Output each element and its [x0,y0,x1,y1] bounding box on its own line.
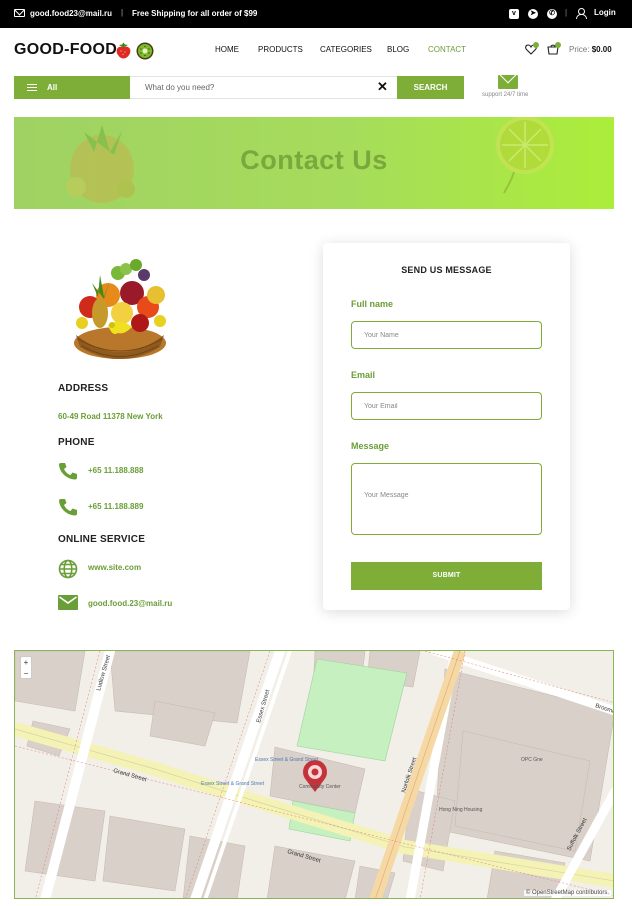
zoom-in-button[interactable]: + [21,657,31,668]
topbar-divider: | [565,8,568,17]
map-tiles: Grand Street Grand Street Essex Street N… [15,651,613,898]
search-button[interactable]: SEARCH [397,76,464,99]
clear-search-icon[interactable]: ✕ [377,79,388,95]
strawberry-icon [116,42,131,59]
page-banner: Contact Us [14,117,614,209]
menu-icon [27,84,37,91]
fruit-basket-image [74,259,166,359]
telegram-icon[interactable]: ➤ [528,9,538,19]
nav-contact[interactable]: CONTACT [428,45,466,54]
all-categories-button[interactable]: All [14,76,130,99]
email-label: Email [351,370,376,380]
cart-badge [555,42,561,48]
topbar-email[interactable]: good.food23@mail.ru [30,9,112,18]
address-text: 60-49 Road 11378 New York [58,412,163,421]
envelope-icon [498,75,518,89]
globe-icon [58,559,78,579]
banner-title: Contact Us [240,145,388,175]
support-text: support 24/7 time [482,92,529,98]
online-service-heading: ONLINE SERVICE [58,534,146,545]
user-icon[interactable] [576,8,587,19]
search-input[interactable] [130,76,397,99]
full-name-label: Full name [351,299,394,309]
message-label: Message [351,441,390,451]
zoom-out-button[interactable]: − [21,668,31,679]
contact-email-link[interactable]: good.food.23@mail.ru [88,599,172,608]
vk-icon[interactable]: v [509,9,519,19]
location-map[interactable]: Grand Street Grand Street Essex Street N… [14,650,614,899]
map-label: Hong Ning Housing [439,807,483,813]
top-bar: good.food23@mail.ru | Free Shipping for … [0,0,632,28]
cart-price: Price: $0.00 [569,45,612,54]
topbar-separator: | [121,8,124,17]
address-heading: ADDRESS [58,383,109,394]
phone-icon [59,463,77,480]
nav-categories[interactable]: CATEGORIES [320,45,372,54]
phone-number-1[interactable]: +65 11.188.888 [88,466,143,475]
whatsapp-icon[interactable]: ✆ [547,9,557,19]
nav-home[interactable]: HOME [215,45,239,54]
website-link[interactable]: www.site.com [88,563,141,572]
message-field[interactable] [351,463,542,535]
full-name-field[interactable] [351,321,542,349]
logo[interactable]: GOOD-FOOD [14,41,117,59]
map-label: Community Center [299,784,341,790]
submit-button[interactable]: SUBMIT [351,562,542,590]
map-attribution[interactable]: © OpenStreetMap contributors. [523,890,611,896]
map-label: OPC Gne [521,757,543,763]
email-icon [58,595,78,610]
map-label: Essex Street & Grand Street [201,781,265,787]
nav-products[interactable]: PRODUCTS [258,45,303,54]
login-link[interactable]: Login [594,8,616,17]
email-field[interactable] [351,392,542,420]
phone-number-2[interactable]: +65 11.188.889 [88,502,143,511]
wishlist-badge [533,42,539,48]
phone-icon [59,499,77,516]
map-zoom-control: + − [20,656,32,679]
mail-icon [14,9,25,17]
nav-blog[interactable]: BLOG [387,45,409,54]
price-label: Price: [569,45,590,54]
phone-heading: PHONE [58,437,95,448]
map-label: Essex Street & Grand Street [255,757,319,763]
shipping-notice: Free Shipping for all order of $99 [132,9,258,18]
price-value: $0.00 [591,45,612,54]
all-categories-label: All [47,83,58,92]
kiwi-icon [136,42,154,60]
form-title: SEND US MESSAGE [401,265,492,275]
